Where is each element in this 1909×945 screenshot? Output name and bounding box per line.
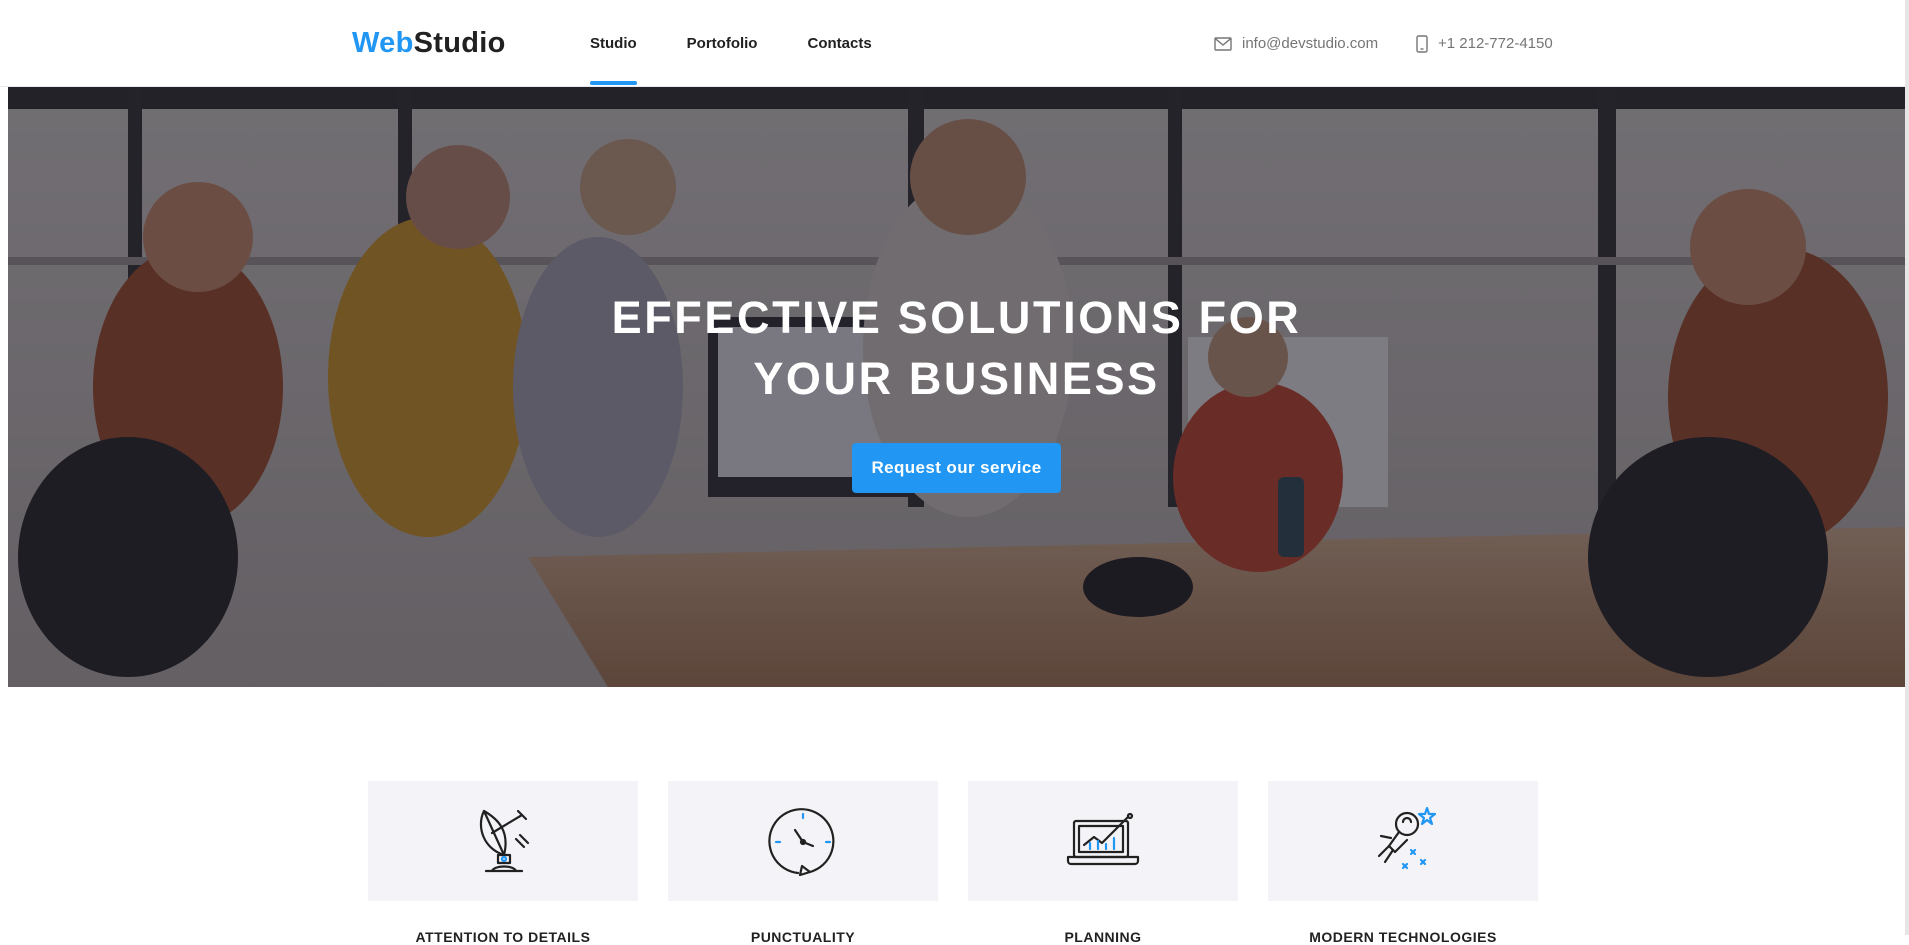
nav-item-label: Portofolio — [686, 35, 758, 52]
phone-text: +1 212-772-4150 — [1438, 35, 1553, 52]
main-nav: Studio Portofolio Contacts — [590, 0, 922, 87]
email-link[interactable]: info@devstudio.com — [1214, 0, 1378, 87]
feature-card: Punctuality — [668, 781, 938, 945]
nav-item-contacts[interactable]: Contacts — [807, 0, 871, 87]
feature-card: Attention to details — [368, 781, 638, 945]
logo-text: Studio — [413, 27, 506, 59]
feature-icon-box — [368, 781, 638, 901]
phone-link[interactable]: +1 212-772-4150 — [1416, 0, 1553, 87]
nav-item-label: Studio — [590, 35, 637, 52]
hero-content: Effective solutions for your business Re… — [8, 287, 1905, 493]
email-text: info@devstudio.com — [1242, 35, 1379, 52]
astronaut-icon — [1377, 806, 1437, 870]
feature-icon-box — [1268, 781, 1538, 901]
nav-item-portofolio[interactable]: Portofolio — [687, 0, 758, 87]
feature-icon-box — [968, 781, 1238, 901]
laptop-chart-icon — [1066, 812, 1140, 866]
site-header: WebStudio Studio Portofolio Contacts inf… — [0, 0, 1909, 87]
hero-title: Effective solutions for your business — [611, 292, 1302, 404]
feature-icon-box — [668, 781, 938, 901]
nav-item-studio[interactable]: Studio — [590, 0, 637, 87]
smartphone-icon — [1416, 34, 1428, 53]
feature-title: Punctuality — [750, 929, 856, 945]
clock-icon — [768, 808, 835, 876]
feature-title: Attention to details — [415, 929, 591, 945]
request-service-button[interactable]: Request our service — [852, 443, 1061, 493]
features-section: Attention to details Punctuality — [368, 781, 1538, 945]
feature-title: Planning — [1064, 929, 1142, 945]
hero-section: Effective solutions for your business Re… — [8, 87, 1905, 687]
feature-card: Modern technologies — [1268, 781, 1538, 945]
page-scrollbar[interactable] — [1905, 0, 1909, 935]
feature-card: Planning — [968, 781, 1238, 945]
nav-item-label: Contacts — [807, 35, 872, 52]
satellite-dish-icon — [479, 809, 530, 873]
site-logo[interactable]: WebStudio — [352, 27, 506, 60]
envelope-icon — [1214, 36, 1232, 51]
feature-title: Modern technologies — [1309, 929, 1497, 945]
logo-accent-text: Web — [352, 27, 414, 59]
